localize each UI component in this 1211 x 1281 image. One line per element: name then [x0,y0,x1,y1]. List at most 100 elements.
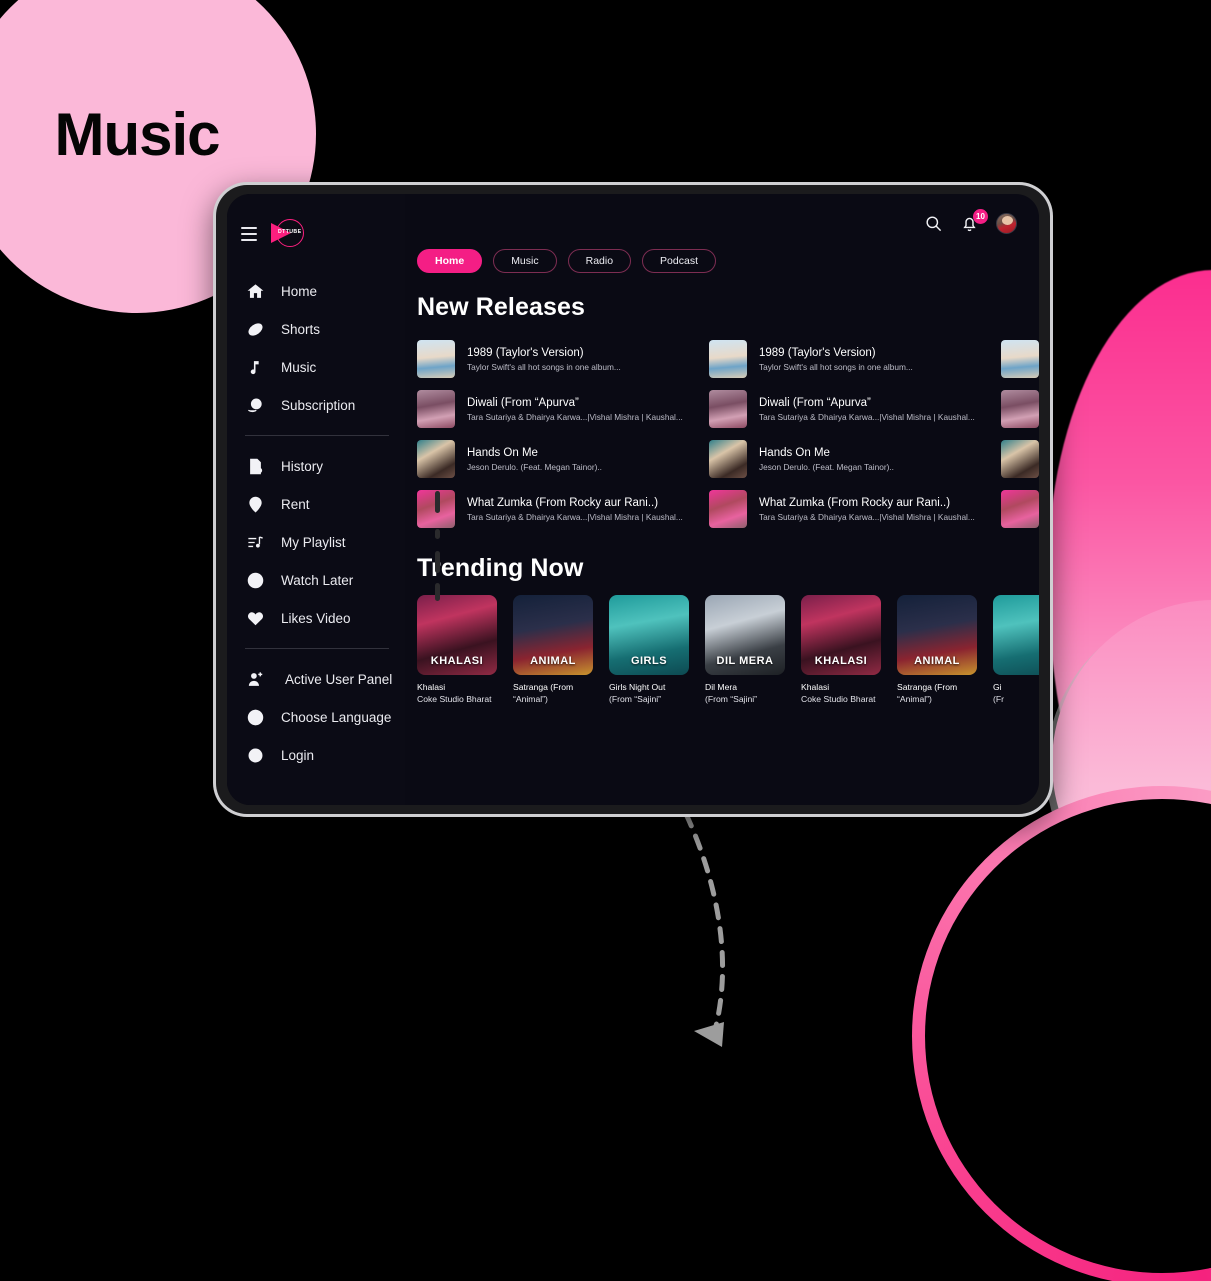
trending-name: Khalasi [417,682,446,692]
sidebar-item-login[interactable]: Login [227,736,405,774]
search-icon[interactable] [924,214,943,233]
tab-radio[interactable]: Radio [567,249,632,273]
avatar[interactable] [996,212,1017,234]
notification-badge: 10 [973,208,988,224]
trending-card[interactable]: KHALASI Khalasi Coke Studio Bharat [801,595,881,705]
list-item[interactable]: 1989 (Taylor's Version) Taylor Swift's a… [1001,334,1039,384]
heart-icon [245,608,265,628]
release-title: Diwali (From “Apurva” [467,396,579,409]
trending-carousel: KHALASI Khalasi Coke Studio Bharat ANIMA… [405,595,1039,705]
new-releases-column: 1989 (Taylor's Version) Taylor Swift's a… [417,334,709,534]
sidebar-divider-2 [245,648,389,649]
brand-logo[interactable]: DTTUBE [271,218,304,250]
trending-card[interactable]: DIL MERA Dil Mera (From “Sajini” [705,595,785,705]
album-thumbnail [417,440,455,478]
album-thumbnail [417,340,455,378]
sidebar-item-music[interactable]: Music [227,348,405,386]
clock-icon [245,570,265,590]
svg-text:$: $ [254,401,258,408]
sidebar-item-label: Watch Later [281,572,354,588]
tab-home[interactable]: Home [417,249,483,273]
release-title: 1989 (Taylor's Version) [759,346,876,359]
release-subtitle: Jeson Derulo. (Feat. Megan Tainor).. [759,461,894,472]
sidebar-secondary-group: History Rent My Playlist Watch Later Lik… [227,447,405,637]
trending-name: Gi [993,682,1002,692]
tab-podcast[interactable]: Podcast [642,249,716,273]
list-item[interactable]: 1989 (Taylor's Version) Taylor Swift's a… [417,334,709,384]
list-item[interactable]: Hands On Me Jeson Derulo. (Feat. Megan T… [417,434,709,484]
sidebar-item-label: Likes Video [281,610,351,626]
new-releases-column: 1989 (Taylor's Version) Taylor Swift's a… [1001,334,1039,534]
release-subtitle: Tara Sutariya & Dhairya Karwa...|Vishal … [759,411,975,422]
trending-subtitle: Coke Studio Bharat [801,693,876,704]
album-thumbnail [1001,490,1039,528]
list-item[interactable]: Diwali (From “Apurva” Tara Sutariya & Dh… [709,384,1001,434]
sidebar-divider-1 [245,435,389,436]
main-content: 10 Home Music Radio Podcast New Releases [405,194,1039,805]
app-screen: DTTUBE Home Shorts Music $ Subscription … [227,194,1039,805]
sidebar-item-likes-video[interactable]: Likes Video [227,599,405,637]
trending-name: Dil Mera [705,682,737,692]
trending-subtitle: “Animal”) [897,693,932,704]
globe-icon [245,707,265,727]
list-item[interactable]: What Zumka (From Rocky aur Rani..) Tara … [1001,484,1039,534]
trending-card[interactable]: ANIMAL Satranga (From “Animal”) [513,595,593,705]
bell-icon[interactable]: 10 [960,208,988,233]
album-thumbnail [709,340,747,378]
list-item[interactable]: 1989 (Taylor's Version) Taylor Swift's a… [709,334,1001,384]
trending-subtitle: Coke Studio Bharat [417,693,492,704]
tab-music[interactable]: Music [493,249,557,273]
album-thumbnail [709,490,747,528]
trending-subtitle: “Animal”) [513,693,548,704]
trending-card[interactable]: KHALASI Khalasi Coke Studio Bharat [417,595,497,705]
device-button [435,551,440,573]
release-title: What Zumka (From Rocky aur Rani..) [467,496,659,509]
album-thumbnail [1001,440,1039,478]
trending-card[interactable]: GIRLS Girls Night Out (From “Sajini” [609,595,689,705]
list-item[interactable]: Diwali (From “Apurva” Tara Sutariya & Dh… [1001,384,1039,434]
sidebar-item-my-playlist[interactable]: My Playlist [227,523,405,561]
list-item[interactable]: Diwali (From “Apurva” Tara Sutariya & Dh… [417,384,709,434]
user-add-icon [245,669,265,689]
trending-card[interactable]: Gi (Fr [993,595,1039,705]
new-releases-grid: 1989 (Taylor's Version) Taylor Swift's a… [405,334,1039,534]
list-item[interactable]: Hands On Me Jeson Derulo. (Feat. Megan T… [1001,434,1039,484]
release-title: Hands On Me [467,446,538,459]
trending-artwork: KHALASI [417,595,497,675]
list-item[interactable]: What Zumka (From Rocky aur Rani..) Tara … [417,484,709,534]
trending-subtitle: (From “Sajini” [705,693,758,704]
sidebar-item-label: Subscription [281,397,356,413]
sidebar-primary-group: Home Shorts Music $ Subscription [227,272,405,424]
sidebar-item-choose-language[interactable]: Choose Language [227,698,405,736]
list-item[interactable]: Hands On Me Jeson Derulo. (Feat. Megan T… [709,434,1001,484]
artwork-label: ANIMAL [914,655,960,667]
trending-card[interactable]: ANIMAL Satranga (From “Animal”) [897,595,977,705]
release-subtitle: Taylor Swift's all hot songs in one albu… [467,361,621,372]
hamburger-icon[interactable] [241,226,257,242]
trending-artwork: ANIMAL [897,595,977,675]
sidebar-item-label: History [281,458,324,474]
device-button [435,491,440,513]
artwork-label: GIRLS [630,655,668,667]
sidebar-item-active-user-panel[interactable]: Active User Panel [227,660,405,698]
tablet-device-frame: DTTUBE Home Shorts Music $ Subscription … [213,182,1053,817]
sidebar-item-subscription[interactable]: $ Subscription [227,386,405,424]
sidebar-item-home[interactable]: Home [227,272,405,310]
sidebar: DTTUBE Home Shorts Music $ Subscription … [227,194,405,805]
release-title: What Zumka (From Rocky aur Rani..) [759,496,951,509]
pink-ring-decoration [912,786,1211,1281]
trending-artwork [993,595,1039,675]
home-icon [245,281,265,301]
trending-artwork: KHALASI [801,595,881,675]
release-title: Hands On Me [759,446,830,459]
sidebar-item-history[interactable]: History [227,447,405,485]
sidebar-item-rent[interactable]: Rent [227,485,405,523]
sidebar-item-label: Choose Language [281,709,392,725]
release-subtitle: Taylor Swift's all hot songs in one albu… [759,361,913,372]
new-releases-title: New Releases [417,293,585,321]
album-thumbnail [709,390,747,428]
brand-logo-text: DTTUBE [278,229,302,235]
sidebar-item-shorts[interactable]: Shorts [227,310,405,348]
sidebar-item-watch-later[interactable]: Watch Later [227,561,405,599]
list-item[interactable]: What Zumka (From Rocky aur Rani..) Tara … [709,484,1001,534]
